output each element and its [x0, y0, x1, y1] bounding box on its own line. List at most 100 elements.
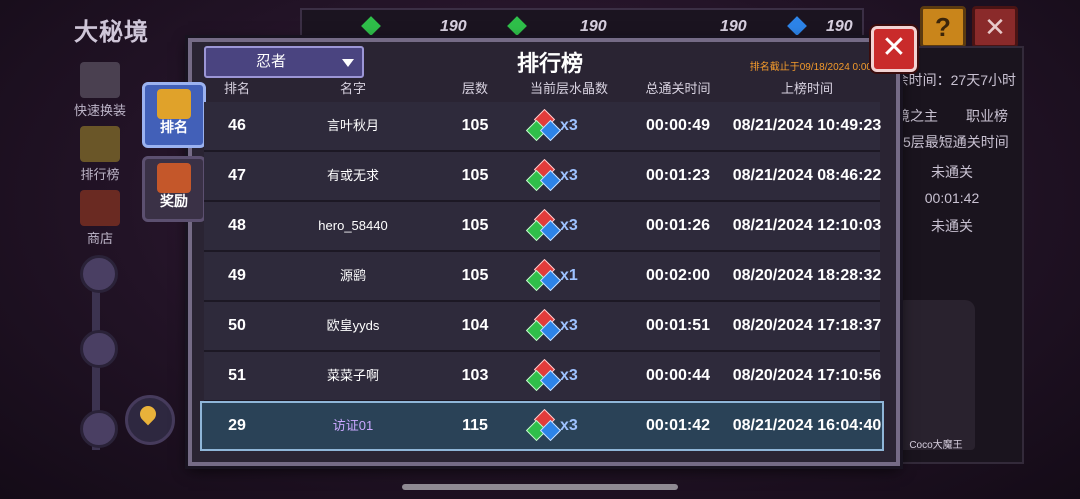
floor-cell: 115 [462, 417, 488, 434]
rank-cell: 48 [228, 217, 246, 234]
equipment-swap-icon [80, 62, 120, 98]
class-select-value: 忍者 [255, 53, 286, 70]
name-cell: 言叶秋月 [326, 118, 379, 133]
boss-character [895, 300, 975, 450]
side-menu-label: 商店 [86, 231, 113, 246]
shop-icon [80, 190, 120, 226]
class-select-dropdown[interactable]: 忍者 [204, 46, 364, 78]
rank-cell: 51 [228, 367, 246, 384]
header-total-time: 总通关时间 [645, 81, 711, 96]
table-row[interactable]: 47 有或无求 105 x3 00:01:23 08/21/2024 08:46… [204, 152, 882, 202]
date-cell: 08/21/2024 10:49:23 [732, 117, 882, 134]
header-floor: 层数 [461, 81, 488, 96]
date-cell: 08/21/2024 12:10:03 [732, 217, 882, 234]
strip-number: 190 [826, 18, 853, 35]
crystal-icon [525, 108, 562, 142]
date-cell: 08/21/2024 08:46:22 [732, 167, 882, 184]
floor-cell: 103 [461, 367, 489, 384]
trophy-icon [80, 126, 120, 162]
crystal-count: x1 [560, 267, 578, 284]
header-name: 名字 [339, 81, 366, 96]
rank-cell: 49 [228, 267, 246, 284]
clear-value: 未通关 [931, 164, 973, 180]
time-cell: 00:00:44 [645, 367, 711, 384]
treasure-chest-icon [157, 163, 191, 193]
header-rank: 排名 [223, 81, 250, 96]
crystal-count: x3 [560, 167, 578, 184]
table-row[interactable]: 50 欧皇yyds 104 x3 00:01:51 08/20/2024 17:… [204, 302, 882, 352]
date-cell: 08/20/2024 18:28:32 [732, 267, 882, 284]
trophy-icon [157, 89, 191, 119]
name-cell: 有或无求 [326, 168, 379, 183]
date-cell: 08/20/2024 17:18:37 [732, 317, 882, 334]
event-timer: 余时间：27天7小时 [894, 72, 1016, 88]
side-menu-label: 快速换装 [73, 103, 126, 118]
tab-label: 排名 [160, 119, 188, 135]
rank-cell: 47 [228, 167, 246, 184]
map-node[interactable] [80, 330, 118, 368]
side-menu-leaderboard[interactable]: 排行榜 [70, 126, 130, 183]
crystal-icon [525, 158, 562, 192]
table-row[interactable]: 49 源鹞 105 x1 00:02:00 08/20/2024 18:28:3… [204, 252, 882, 302]
fastest-clear-subtitle: 15层最短通关时间 [895, 134, 1009, 150]
bg-page-title: 大秘境 [74, 19, 149, 46]
help-button[interactable]: ? [920, 6, 966, 48]
side-menu-shop[interactable]: 商店 [70, 190, 130, 247]
crystal-icon [525, 308, 562, 342]
time-cell: 00:01:26 [645, 217, 711, 234]
location-pin-icon[interactable] [125, 395, 175, 445]
crystal-icon [525, 358, 562, 392]
header-listed-time: 上榜时间 [780, 81, 833, 96]
side-menu-label: 排行榜 [80, 167, 120, 182]
tab-class-ranking[interactable]: 职业榜 [952, 106, 1022, 126]
clear-value: 00:01:42 [924, 190, 980, 206]
strip-number: 190 [440, 18, 467, 35]
table-row[interactable]: 48 hero_58440 105 x3 00:01:26 08/21/2024… [204, 202, 882, 252]
name-cell: 访证01 [332, 418, 374, 433]
close-button[interactable]: ✕ [871, 26, 917, 72]
table-row[interactable]: 51 菜菜子啊 103 x3 00:00:44 08/20/2024 17:10… [204, 352, 881, 402]
map-node[interactable] [80, 255, 118, 293]
crystal-icon [525, 408, 562, 442]
bg-close-button[interactable]: ✕ [972, 6, 1018, 48]
crystal-count: x3 [560, 317, 578, 334]
modal-title: 排行榜 [516, 51, 583, 76]
rank-cell: 46 [228, 117, 246, 134]
header-crystals: 当前层水晶数 [529, 81, 608, 96]
chevron-down-icon [342, 59, 354, 67]
strip-number: 190 [720, 18, 747, 35]
home-indicator[interactable] [402, 484, 678, 490]
name-cell: 菜菜子啊 [326, 368, 379, 383]
time-cell: 00:01:42 [645, 417, 711, 434]
time-cell: 00:02:00 [645, 267, 711, 284]
floor-cell: 105 [461, 217, 489, 234]
green-gem-icon [361, 16, 381, 36]
date-cell: 08/21/2024 16:04:40 [732, 417, 882, 434]
tab-label: 奖励 [160, 193, 188, 209]
leaderboard-table[interactable]: 46 言叶秋月 105 x3 00:00:49 08/21/2024 10:49… [204, 102, 882, 402]
boss-label: Coco大魔王 [909, 440, 963, 451]
self-rank-row[interactable]: 29 访证01 115 x3 00:01:42 08/21/2024 16:04… [200, 401, 884, 451]
crystal-icon [525, 208, 562, 242]
crystal-icon [525, 258, 562, 292]
crystal-count: x3 [560, 417, 578, 434]
crystal-count: x3 [560, 367, 578, 384]
rank-cell: 29 [228, 417, 246, 434]
blue-gem-icon [787, 16, 807, 36]
clear-value: 未通关 [931, 218, 973, 234]
floor-cell: 105 [461, 117, 489, 134]
tab-rewards[interactable]: 奖励 [142, 156, 206, 222]
tab-ranking[interactable]: 排名 [142, 82, 206, 148]
rank-cell: 50 [228, 317, 246, 334]
green-gem-icon [507, 16, 527, 36]
side-menu-quick-swap[interactable]: 快速换装 [70, 62, 130, 119]
table-header: 排名 名字 层数 当前层水晶数 总通关时间 上榜时间 [204, 78, 880, 100]
floor-cell: 105 [461, 167, 489, 184]
name-cell: 源鹞 [339, 268, 366, 283]
map-node-locked[interactable] [80, 410, 118, 448]
strip-number: 190 [580, 18, 607, 35]
crystal-count: x3 [560, 117, 578, 134]
name-cell: hero_58440 [318, 218, 388, 233]
time-cell: 00:01:51 [645, 317, 711, 334]
table-row[interactable]: 46 言叶秋月 105 x3 00:00:49 08/21/2024 10:49… [204, 102, 882, 152]
